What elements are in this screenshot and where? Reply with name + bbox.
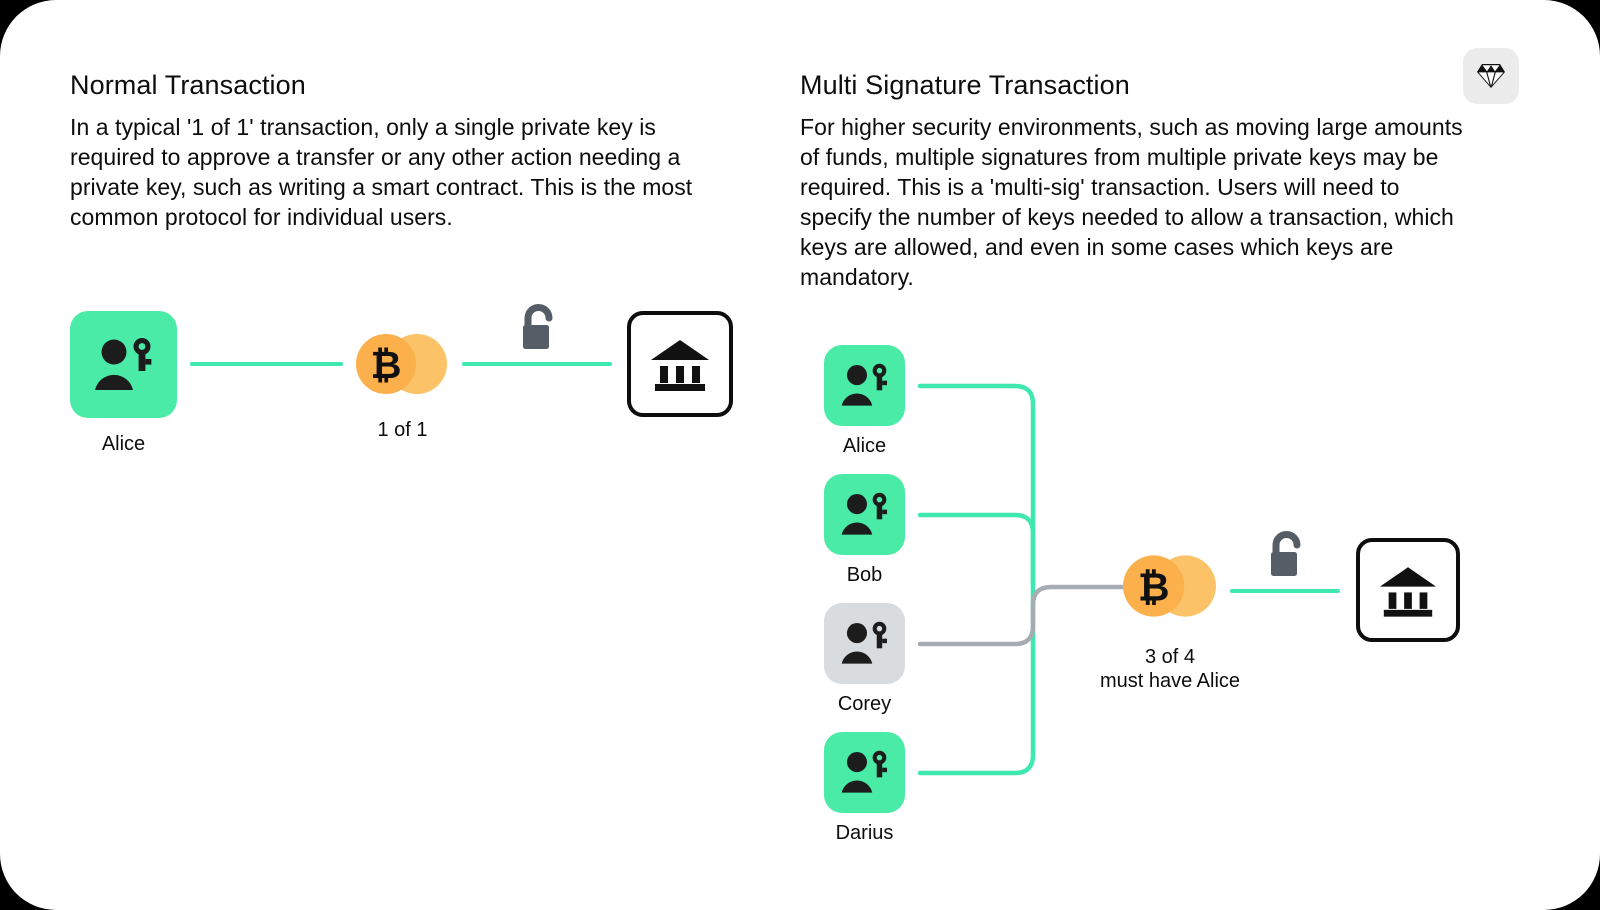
bank-icon <box>651 340 709 391</box>
diagram-card: Normal Transaction In a typical '1 of 1'… <box>0 0 1600 910</box>
right-lock <box>1267 531 1307 578</box>
left-coin[interactable]: ₿ <box>355 334 448 394</box>
bitcoin-coins-icon: ₿ <box>356 334 447 394</box>
left-connector-signer-to-coin <box>190 362 343 366</box>
left-destination-bank[interactable] <box>627 311 733 417</box>
bank-icon <box>1379 566 1437 617</box>
right-signer-corey-tile[interactable] <box>824 603 905 684</box>
svg-text:₿: ₿ <box>1138 566 1170 609</box>
diamond-gem-icon <box>1477 64 1505 88</box>
person-with-key-icon <box>841 363 887 406</box>
right-signer-bob-tile[interactable] <box>824 474 905 555</box>
svg-text:₿: ₿ <box>371 345 402 387</box>
right-signer-darius-tile[interactable] <box>824 732 905 813</box>
multisig-connector-bundle <box>917 383 1128 776</box>
right-destination-bank[interactable] <box>1356 538 1460 642</box>
open-padlock-icon <box>1271 531 1301 576</box>
left-panel-title: Normal Transaction <box>70 70 306 100</box>
right-panel-title: Multi Signature Transaction <box>800 70 1130 100</box>
logo-badge[interactable] <box>1463 48 1519 104</box>
left-signer-alice-tile[interactable] <box>70 311 177 418</box>
left-coin-label: 1 of 1 <box>377 419 428 441</box>
right-panel-body: For higher security environments, such a… <box>800 114 1463 290</box>
person-with-key-icon <box>841 492 887 535</box>
person-with-key-icon <box>94 337 151 390</box>
left-panel-body: In a typical '1 of 1' transaction, only … <box>70 114 693 230</box>
left-connector-coin-to-bank <box>462 362 612 366</box>
open-padlock-icon <box>523 304 553 349</box>
left-signer-alice-label: Alice <box>101 433 146 455</box>
right-signer-alice-tile[interactable] <box>824 345 905 426</box>
person-with-key-icon <box>841 750 887 793</box>
right-coin-label-threshold: 3 of 4 <box>1144 646 1196 668</box>
right-connector-coin-to-bank <box>1230 589 1340 593</box>
right-coin[interactable]: ₿ <box>1122 555 1217 617</box>
right-coin-label-requirement: must have Alice <box>1099 670 1241 692</box>
left-lock <box>519 304 559 351</box>
person-with-key-icon <box>841 621 887 664</box>
bitcoin-coins-icon: ₿ <box>1123 555 1216 617</box>
